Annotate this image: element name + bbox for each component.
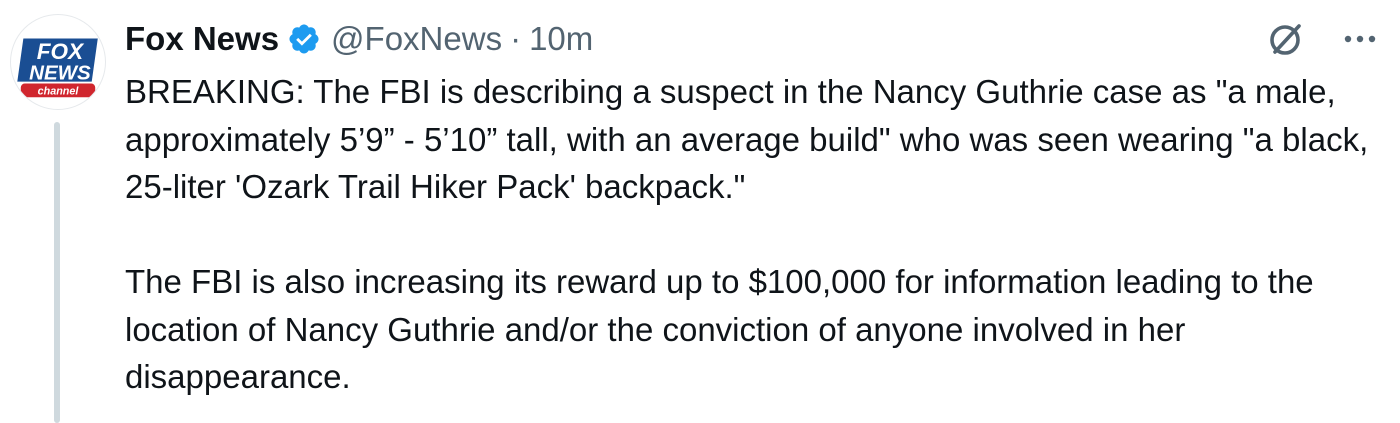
grok-icon[interactable] bbox=[1266, 19, 1306, 59]
tweet-header: Fox News @FoxNews · 10m bbox=[125, 14, 1380, 64]
avatar-brand-sub: channel bbox=[38, 85, 80, 97]
tweet-text: BREAKING: The FBI is describing a suspec… bbox=[125, 68, 1380, 401]
avatar-brand-bottom: NEWS bbox=[29, 62, 91, 85]
avatar-column: FOX NEWS channel bbox=[10, 14, 106, 110]
author-name[interactable]: Fox News bbox=[125, 20, 279, 58]
tweet-paragraph-1: BREAKING: The FBI is describing a suspec… bbox=[125, 73, 1369, 205]
tweet-actions bbox=[1266, 14, 1380, 64]
avatar-brand-top: FOX bbox=[37, 39, 85, 64]
tweet: FOX NEWS channel Fox News @FoxNews · 10m bbox=[0, 0, 1400, 423]
tweet-content: Fox News @FoxNews · 10m BREAKING: The FB… bbox=[125, 14, 1380, 401]
verified-badge-icon bbox=[289, 24, 319, 54]
thread-line bbox=[54, 122, 60, 423]
tweet-paragraph-2: The FBI is also increasing its reward up… bbox=[125, 263, 1314, 395]
tweet-timestamp[interactable]: 10m bbox=[529, 20, 593, 58]
avatar[interactable]: FOX NEWS channel bbox=[10, 14, 106, 110]
author-handle[interactable]: @FoxNews bbox=[331, 20, 502, 58]
separator-dot: · bbox=[510, 20, 522, 57]
more-icon[interactable] bbox=[1340, 19, 1380, 59]
